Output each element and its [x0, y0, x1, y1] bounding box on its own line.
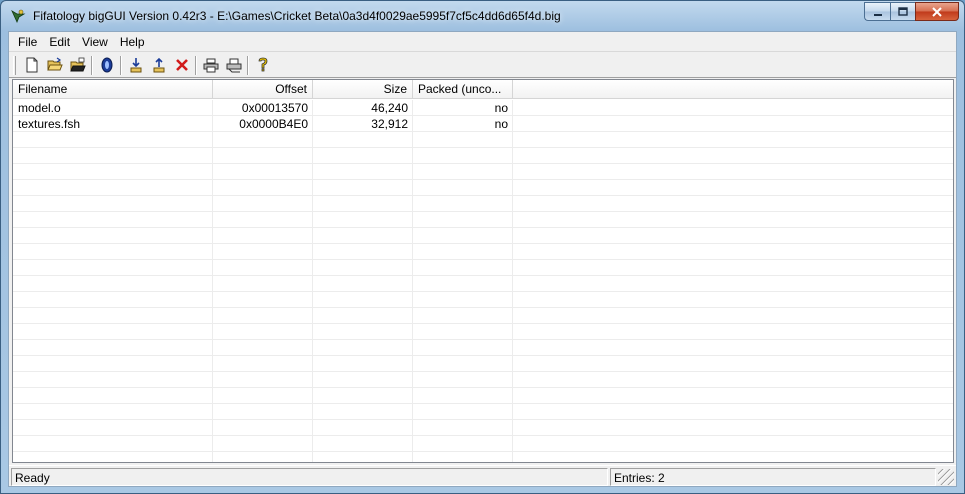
help-button[interactable] [251, 54, 274, 76]
menu-help[interactable]: Help [114, 32, 151, 52]
cell-filename: textures.fsh [18, 117, 81, 131]
entries-count: Entries: 2 [610, 467, 936, 486]
cell-packed: no [494, 117, 508, 131]
help-icon [258, 57, 267, 72]
close-icon [932, 6, 942, 17]
window-title: Fifatology bigGUI Version 0.42r3 - E:\Ga… [33, 9, 561, 23]
cell-offset: 0x00013570 [241, 101, 308, 115]
app-window: Fifatology bigGUI Version 0.42r3 - E:\Ga… [0, 0, 965, 494]
cell-size: 46,240 [371, 101, 408, 115]
menu-file[interactable]: File [12, 32, 43, 52]
column-divider [412, 100, 413, 462]
menu-edit[interactable]: Edit [43, 32, 76, 52]
table-row[interactable]: model.o 0x00013570 46,240 no [13, 100, 953, 116]
import-button[interactable] [147, 54, 170, 76]
toolbar-separator [120, 55, 122, 75]
print-preview-button[interactable] [222, 54, 245, 76]
column-header-offset[interactable]: Offset [213, 80, 313, 99]
status-bar: Ready Entries: 2 [9, 465, 956, 487]
menu-bar: File Edit View Help [9, 32, 956, 52]
print-icon [203, 58, 218, 73]
print-button[interactable] [199, 54, 222, 76]
cell-size: 32,912 [371, 117, 408, 131]
cell-filename: model.o [18, 101, 61, 115]
toolbar-separator [247, 55, 249, 75]
open-recent-icon [69, 57, 86, 72]
maximize-icon [898, 6, 908, 16]
toolbar-separator [195, 55, 197, 75]
table-row[interactable]: textures.fsh 0x0000B4E0 32,912 no [13, 116, 953, 132]
list-grid [13, 100, 953, 462]
open-recent-button[interactable] [66, 54, 89, 76]
toolbar [9, 53, 956, 78]
client-area: File Edit View Help Filename Offset Size… [8, 31, 957, 487]
column-header-packed[interactable]: Packed (unco... [413, 80, 513, 99]
column-divider [312, 100, 313, 462]
extract-button[interactable] [124, 54, 147, 76]
close-button[interactable] [915, 2, 959, 21]
delete-button[interactable] [170, 54, 193, 76]
extract-icon [130, 58, 141, 73]
list-header: Filename Offset Size Packed (unco... [13, 80, 953, 99]
app-icon [11, 9, 26, 24]
print-preview-icon [226, 58, 241, 73]
column-header-filename[interactable]: Filename [13, 80, 213, 99]
caption-buttons [864, 2, 959, 21]
globe-button[interactable] [95, 54, 118, 76]
minimize-icon [873, 13, 882, 16]
cell-offset: 0x0000B4E0 [239, 117, 308, 131]
column-divider [512, 100, 513, 462]
minimize-button[interactable] [864, 2, 890, 21]
cell-packed: no [494, 101, 508, 115]
file-list[interactable]: Filename Offset Size Packed (unco... mod… [12, 79, 954, 463]
maximize-button[interactable] [890, 2, 915, 21]
open-folder-icon [46, 57, 63, 71]
menu-view[interactable]: View [76, 32, 114, 52]
title-bar[interactable]: Fifatology bigGUI Version 0.42r3 - E:\Ga… [1, 1, 964, 31]
resize-grip[interactable] [938, 468, 954, 485]
open-button[interactable] [43, 54, 66, 76]
toolbar-separator [91, 55, 93, 75]
list-rows: model.o 0x00013570 46,240 no textures.fs… [13, 100, 953, 132]
globe-icon [101, 57, 112, 73]
new-button[interactable] [20, 54, 43, 76]
toolbar-grip[interactable] [13, 55, 16, 75]
new-file-icon [26, 57, 37, 73]
column-header-size[interactable]: Size [313, 80, 413, 99]
import-icon [153, 57, 164, 73]
delete-icon [175, 59, 188, 71]
status-text: Ready [11, 467, 608, 486]
column-divider [212, 100, 213, 462]
